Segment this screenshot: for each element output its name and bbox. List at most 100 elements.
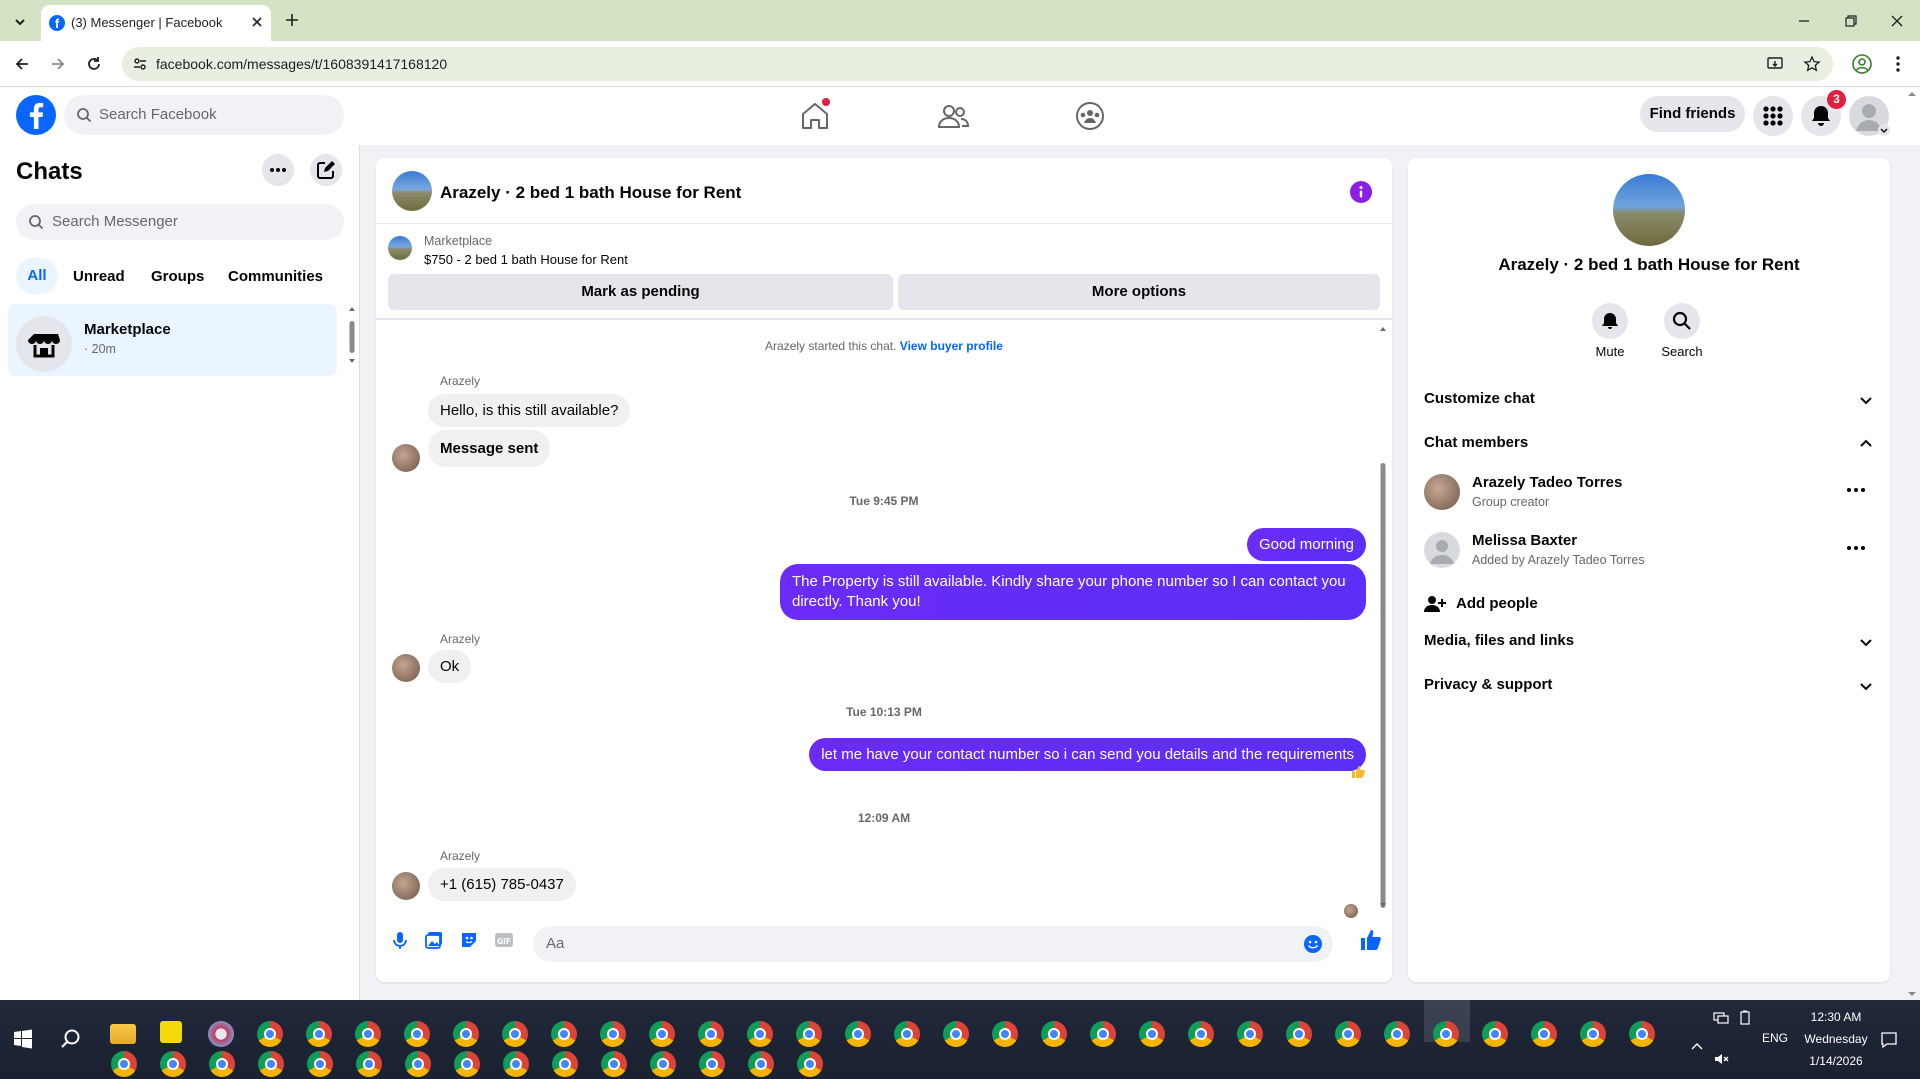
clock-day[interactable]: Wednesday <box>1796 1032 1876 1046</box>
chrome-browser-icon[interactable] <box>355 1021 381 1047</box>
chrome-browser-icon[interactable] <box>502 1021 528 1047</box>
chrome-browser-icon[interactable] <box>258 1051 284 1077</box>
bookmark-star-icon[interactable] <box>1803 55 1821 73</box>
menu-grid-button[interactable] <box>1753 96 1793 136</box>
chrome-browser-icon[interactable] <box>747 1021 773 1047</box>
chrome-browser-icon[interactable] <box>894 1021 920 1047</box>
chrome-browser-icon[interactable] <box>552 1051 578 1077</box>
chrome-browser-icon[interactable] <box>257 1021 283 1047</box>
chrome-browser-icon[interactable] <box>551 1021 577 1047</box>
network-icon[interactable] <box>1713 1010 1729 1026</box>
chrome-browser-icon[interactable] <box>992 1021 1018 1047</box>
start-windows-icon[interactable] <box>13 1029 33 1049</box>
volume-muted-icon[interactable] <box>1713 1051 1729 1067</box>
view-buyer-profile-link[interactable]: View buyer profile <box>900 339 1003 353</box>
new-message-button[interactable] <box>310 154 342 186</box>
outgoing-message[interactable]: The Property is still available. Kindly … <box>780 564 1366 620</box>
member-name[interactable]: Melissa Baxter <box>1472 532 1577 549</box>
reload-icon[interactable] <box>84 54 104 74</box>
profile-icon[interactable] <box>1851 53 1873 75</box>
close-window-icon[interactable] <box>1888 12 1906 30</box>
close-tab-icon[interactable] <box>249 14 265 30</box>
messenger-search-input[interactable]: Search Messenger <box>16 204 344 240</box>
customize-chat-section[interactable]: Customize chat <box>1424 382 1874 418</box>
chrome-browser-icon[interactable] <box>1286 1021 1312 1047</box>
file-explorer-icon[interactable] <box>110 1024 136 1044</box>
chat-members-section[interactable]: Chat members <box>1424 426 1874 462</box>
notification-center-icon[interactable] <box>1880 1031 1898 1049</box>
mark-as-pending-button[interactable]: Mark as pending <box>388 274 893 310</box>
voice-clip-icon[interactable] <box>390 930 410 950</box>
member-options-icon[interactable] <box>1844 540 1868 556</box>
chrome-browser-icon[interactable] <box>1090 1021 1116 1047</box>
chat-options-button[interactable] <box>262 154 294 186</box>
active-tab[interactable]: f (3) Messenger | Facebook <box>41 5 271 41</box>
like-thumbs-up-icon[interactable] <box>1359 928 1383 952</box>
minimize-icon[interactable] <box>1795 12 1813 30</box>
listing-thumbnail[interactable] <box>388 236 412 260</box>
chrome-browser-icon[interactable] <box>1629 1021 1655 1047</box>
chrome-browser-icon[interactable] <box>503 1051 529 1077</box>
listing-title[interactable]: $750 - 2 bed 1 bath House for Rent <box>424 252 628 267</box>
emoji-icon[interactable] <box>1303 934 1323 954</box>
site-info-icon[interactable] <box>132 56 148 72</box>
chrome-browser-icon[interactable] <box>1237 1021 1263 1047</box>
groups-icon[interactable] <box>1072 100 1108 132</box>
chrome-browser-icon[interactable] <box>454 1051 480 1077</box>
account-chevron-down-icon[interactable] <box>1878 124 1890 136</box>
search-in-chat-button[interactable] <box>1664 303 1700 339</box>
chrome-browser-icon[interactable] <box>209 1051 235 1077</box>
incoming-message[interactable]: Ok <box>428 650 472 683</box>
filter-communities[interactable]: Communities <box>228 268 323 285</box>
chrome-browser-icon[interactable] <box>1580 1021 1606 1047</box>
chat-list-item[interactable]: Marketplace · 20m <box>8 304 337 376</box>
sender-avatar[interactable] <box>392 444 420 472</box>
chrome-browser-icon[interactable] <box>1139 1021 1165 1047</box>
clock-date[interactable]: 1/14/2026 <box>1796 1054 1876 1068</box>
tab-list-icon[interactable] <box>10 12 30 32</box>
gif-icon[interactable]: GIF <box>494 930 514 950</box>
chrome-browser-icon[interactable] <box>796 1021 822 1047</box>
chrome-browser-icon[interactable] <box>404 1021 430 1047</box>
sender-avatar[interactable] <box>392 654 420 682</box>
conversation-title[interactable]: Arazely · 2 bed 1 bath House for Rent <box>440 183 741 203</box>
more-options-button[interactable]: More options <box>898 274 1380 310</box>
find-friends-button[interactable]: Find friends <box>1640 96 1745 132</box>
incoming-message[interactable]: +1 (615) 785-0437 <box>428 868 576 901</box>
chrome-browser-icon[interactable] <box>698 1021 724 1047</box>
facebook-logo-icon[interactable] <box>16 95 56 135</box>
chrome-browser-icon[interactable] <box>306 1021 332 1047</box>
chat-details-avatar[interactable] <box>1613 174 1685 246</box>
incoming-message[interactable]: Hello, is this still available? <box>428 394 631 427</box>
browser-menu-icon[interactable] <box>1888 53 1908 75</box>
page-scrollbar[interactable] <box>1906 90 1918 998</box>
filter-unread[interactable]: Unread <box>73 268 125 285</box>
restore-icon[interactable] <box>1842 12 1860 30</box>
chrome-browser-icon[interactable] <box>797 1051 823 1077</box>
taskbar-search-icon[interactable] <box>60 1028 82 1050</box>
show-hidden-icons[interactable] <box>1690 1040 1704 1054</box>
sticky-notes-icon[interactable] <box>160 1021 182 1043</box>
mute-button[interactable] <box>1592 303 1628 339</box>
add-people-row[interactable]: Add people <box>1424 586 1874 622</box>
clock-time[interactable]: 12:30 AM <box>1796 1010 1876 1024</box>
chrome-browser-icon[interactable] <box>650 1051 676 1077</box>
privacy-support-section[interactable]: Privacy & support <box>1424 668 1874 704</box>
chrome-browser-icon[interactable] <box>649 1021 675 1047</box>
input-language[interactable]: ENG <box>1762 1031 1788 1045</box>
chrome-browser-icon[interactable] <box>943 1021 969 1047</box>
chrome-browser-icon[interactable] <box>699 1051 725 1077</box>
conversation-avatar[interactable] <box>392 171 432 211</box>
chrome-browser-icon[interactable] <box>600 1021 626 1047</box>
attach-photo-icon[interactable] <box>424 930 444 950</box>
chrome-browser-icon[interactable] <box>845 1021 871 1047</box>
chrome-browser-icon[interactable] <box>307 1051 333 1077</box>
chrome-browser-icon[interactable] <box>601 1051 627 1077</box>
chrome-browser-icon[interactable] <box>160 1051 186 1077</box>
incoming-message[interactable]: Message sent <box>428 430 551 467</box>
facebook-search-input[interactable]: Search Facebook <box>64 95 344 135</box>
snipping-tool-icon[interactable] <box>208 1021 234 1047</box>
chrome-browser-icon[interactable] <box>453 1021 479 1047</box>
chrome-browser-icon[interactable] <box>111 1051 137 1077</box>
chrome-browser-icon[interactable] <box>1188 1021 1214 1047</box>
